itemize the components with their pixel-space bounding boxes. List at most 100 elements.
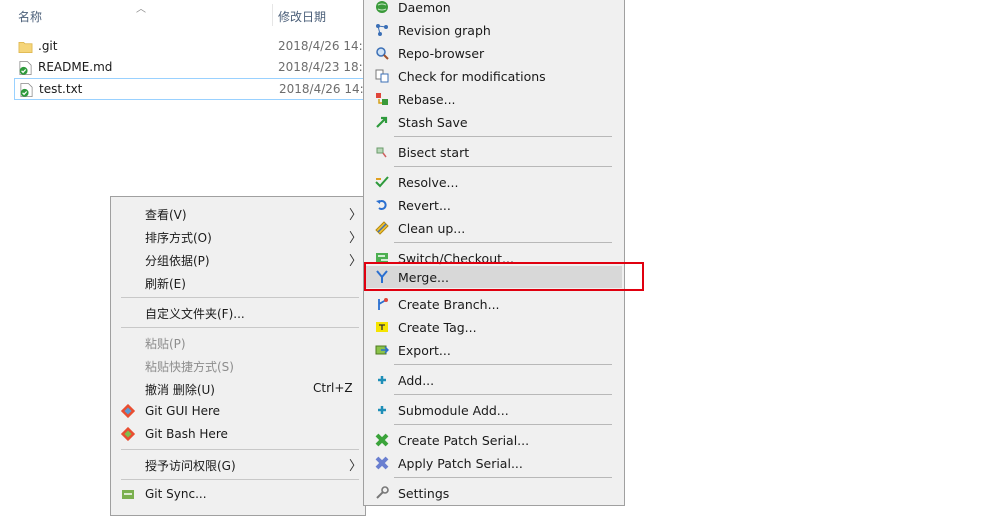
menu-item-export[interactable]: Export... — [366, 339, 622, 361]
menu-item-label: 分组依据(P) — [145, 254, 210, 268]
submodule-add-icon — [378, 406, 386, 414]
file-name: test.txt — [39, 82, 83, 96]
menu-item-clean-up[interactable]: Clean up... — [366, 217, 622, 239]
menu-item-submodule-add[interactable]: Submodule Add... — [366, 399, 622, 421]
apply-patch-icon — [375, 456, 389, 470]
stash-icon — [376, 116, 388, 128]
file-date: 2018/4/26 14:0 — [278, 39, 368, 53]
menu-item-undo-delete[interactable]: 撤消 删除(U) Ctrl+Z — [111, 377, 365, 399]
menu-separator — [121, 449, 359, 450]
menu-item-daemon[interactable]: Daemon — [366, 0, 622, 18]
menu-item-revision-graph[interactable]: Revision graph — [366, 19, 622, 41]
menu-item-label: Clean up... — [398, 221, 466, 236]
file-row-test-selected[interactable]: test.txt 2018/4/26 14:0 — [14, 78, 369, 100]
menu-item-create-patch-serial[interactable]: Create Patch Serial... — [366, 429, 622, 451]
magnifier-icon — [376, 47, 389, 60]
menu-item-label: Create Tag... — [398, 320, 477, 335]
settings-icon — [376, 486, 389, 499]
menu-separator — [394, 394, 612, 395]
menu-separator — [121, 327, 359, 328]
menu-item-sort[interactable]: 排序方式(O) 〉 — [111, 225, 365, 247]
menu-item-label: Stash Save — [398, 115, 468, 130]
git-file-icon — [19, 61, 32, 75]
column-header-name[interactable]: 名称 — [18, 8, 42, 25]
menu-separator — [394, 242, 612, 243]
git-file-icon — [20, 83, 33, 97]
menu-item-label: 自定义文件夹(F)... — [145, 307, 245, 321]
column-header-date[interactable]: 修改日期 — [278, 8, 326, 25]
menu-item-git-sync[interactable]: Git Sync... — [111, 483, 365, 505]
menu-item-label: Submodule Add... — [398, 403, 509, 418]
highlight-box — [364, 262, 644, 291]
resolve-icon — [375, 176, 389, 188]
menu-item-label: Revert... — [398, 198, 451, 213]
menu-item-paste[interactable]: 粘贴(P) — [111, 331, 365, 353]
file-date: 2018/4/26 14:0 — [279, 82, 369, 96]
menu-item-stash-save[interactable]: Stash Save — [366, 111, 622, 133]
menu-item-label: Bisect start — [398, 145, 470, 160]
menu-item-group[interactable]: 分组依据(P) 〉 — [111, 248, 365, 270]
menu-item-apply-patch-serial[interactable]: Apply Patch Serial... — [366, 452, 622, 474]
menu-item-refresh[interactable]: 刷新(E) — [111, 271, 365, 293]
file-row-readme[interactable]: README.md 2018/4/23 18:3 — [14, 57, 368, 79]
git-gui-icon — [121, 404, 135, 418]
menu-item-label: Settings — [398, 486, 450, 501]
menu-item-git-bash[interactable]: Git Bash Here — [111, 423, 365, 445]
menu-item-label: 刷新(E) — [145, 277, 186, 291]
revision-graph-icon — [376, 24, 388, 36]
menu-item-label: Rebase... — [398, 92, 456, 107]
menu-item-label: Git GUI Here — [145, 404, 221, 418]
menu-item-label: 授予访问权限(G) — [145, 459, 236, 473]
menu-item-settings[interactable]: Settings — [366, 482, 622, 504]
chevron-right-icon: 〉 — [349, 254, 363, 269]
rebase-icon — [376, 93, 388, 105]
explorer-context-menu: 查看(V) 〉 排序方式(O) 〉 分组依据(P) 〉 刷新(E) 自定义文件夹… — [110, 196, 366, 516]
sort-ascending-icon: ︿ — [136, 4, 146, 15]
menu-separator — [121, 479, 359, 480]
file-date: 2018/4/23 18:3 — [278, 60, 368, 74]
globe-icon — [376, 1, 388, 13]
menu-separator — [394, 364, 612, 365]
folder-icon — [18, 41, 33, 53]
menu-item-label: 查看(V) — [145, 208, 187, 222]
keyboard-shortcut: Ctrl+Z — [313, 381, 353, 395]
menu-item-revert[interactable]: Revert... — [366, 194, 622, 216]
menu-item-paste-shortcut[interactable]: 粘贴快捷方式(S) — [111, 354, 365, 376]
menu-separator — [394, 424, 612, 425]
column-divider[interactable] — [272, 4, 273, 26]
menu-item-repo-browser[interactable]: Repo-browser — [366, 42, 622, 64]
check-modifications-icon — [375, 69, 389, 83]
branch-icon — [378, 298, 388, 310]
git-sync-icon — [122, 490, 134, 499]
menu-item-view[interactable]: 查看(V) 〉 — [111, 202, 365, 224]
file-row-git[interactable]: .git 2018/4/26 14:0 — [14, 36, 368, 58]
menu-item-label: Add... — [398, 373, 435, 388]
menu-separator — [121, 297, 359, 298]
menu-item-label: Create Branch... — [398, 297, 500, 312]
file-name: .git — [38, 39, 58, 53]
menu-separator — [394, 477, 612, 478]
menu-item-check-modifications[interactable]: Check for modifications — [366, 65, 622, 87]
menu-item-create-tag[interactable]: Create Tag... — [366, 316, 622, 338]
menu-item-create-branch[interactable]: Create Branch... — [366, 293, 622, 315]
menu-item-label: Git Sync... — [145, 487, 207, 501]
add-icon — [378, 376, 386, 384]
menu-item-customize-folder[interactable]: 自定义文件夹(F)... — [111, 301, 365, 323]
tag-icon — [376, 322, 388, 332]
menu-item-bisect-start[interactable]: Bisect start — [366, 141, 622, 163]
file-name: README.md — [38, 60, 113, 74]
export-icon — [375, 345, 389, 355]
menu-item-label: 撤消 删除(U) — [145, 383, 215, 397]
menu-item-label: Resolve... — [398, 175, 459, 190]
chevron-right-icon: 〉 — [349, 208, 363, 223]
menu-item-resolve[interactable]: Resolve... — [366, 171, 622, 193]
bisect-icon — [376, 147, 387, 158]
menu-item-rebase[interactable]: Rebase... — [366, 88, 622, 110]
menu-item-label: Git Bash Here — [145, 427, 228, 441]
menu-item-label: Export... — [398, 343, 451, 358]
menu-separator — [394, 136, 612, 137]
menu-item-add[interactable]: Add... — [366, 369, 622, 391]
menu-item-grant-access[interactable]: 授予访问权限(G) 〉 — [111, 453, 365, 475]
menu-item-label: 排序方式(O) — [145, 231, 212, 245]
menu-item-git-gui[interactable]: Git GUI Here — [111, 400, 365, 422]
